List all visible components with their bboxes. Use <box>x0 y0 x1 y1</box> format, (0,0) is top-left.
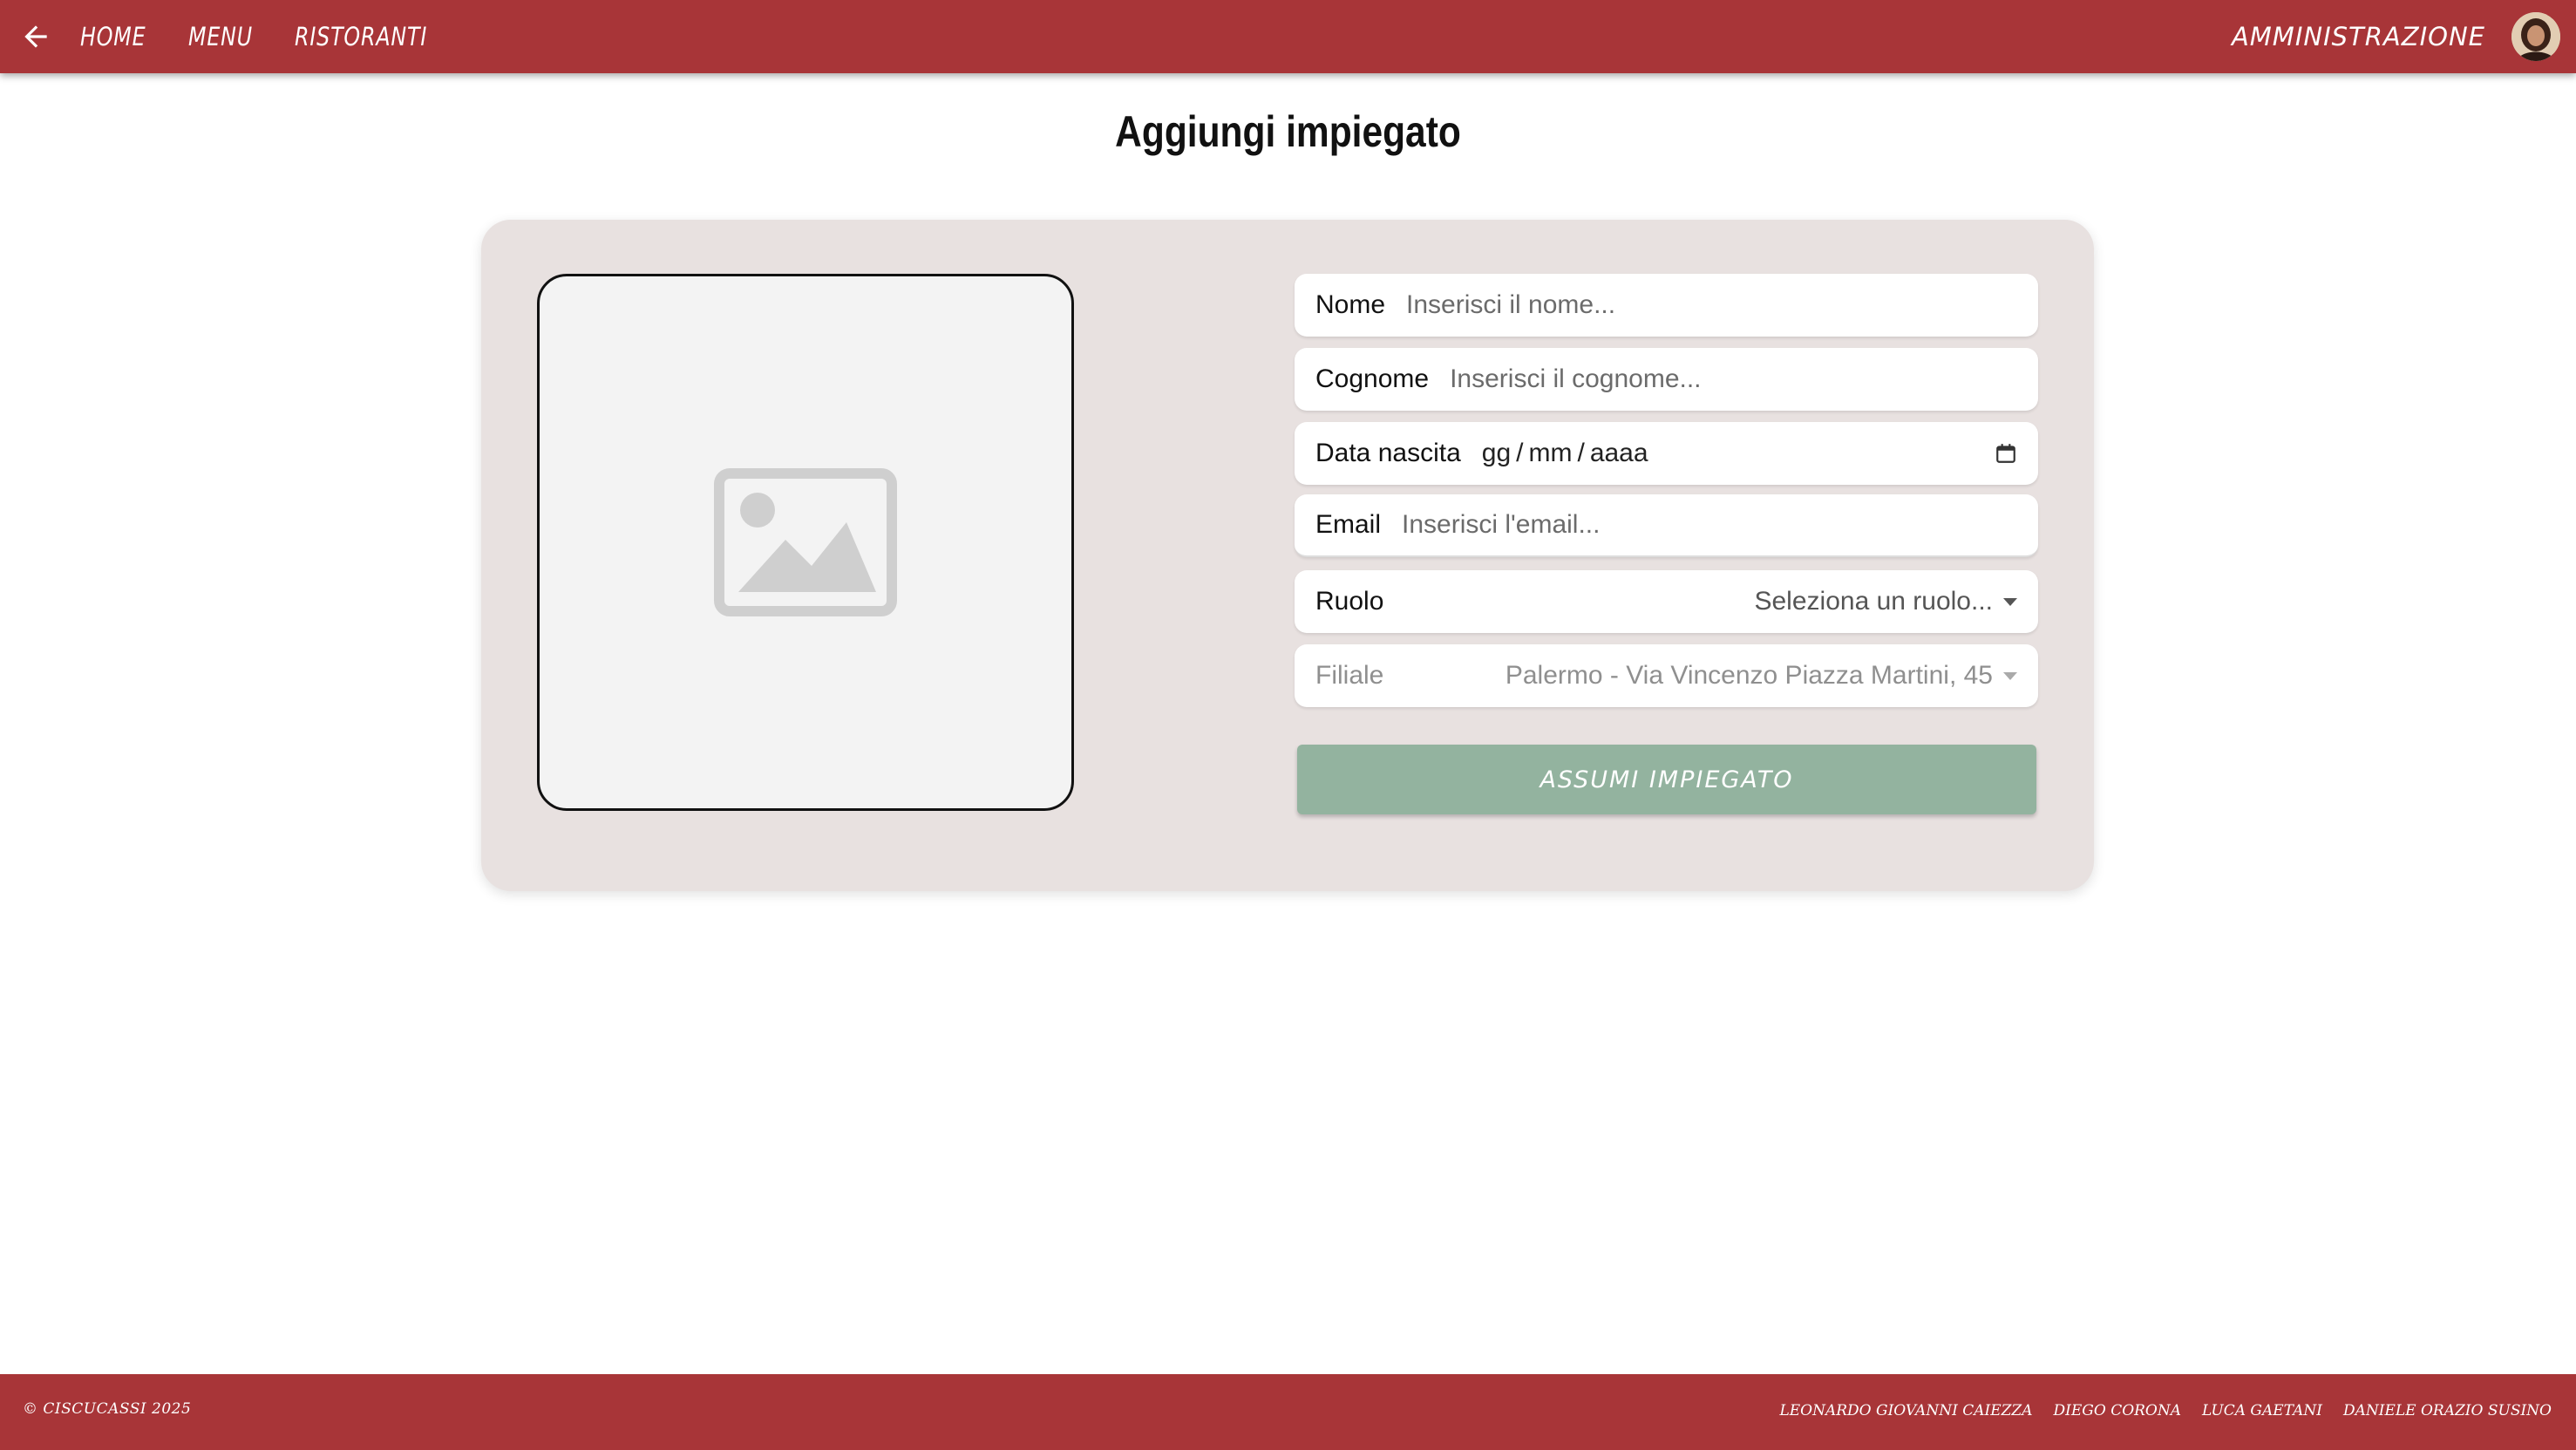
nav-link-menu[interactable]: MENU <box>188 22 253 51</box>
nome-label: Nome <box>1315 290 1386 319</box>
footer-author-link[interactable]: DANIELE ORAZIO SUSINO <box>2343 1402 2552 1419</box>
footer-author-link[interactable]: LUCA GAETANI <box>2202 1402 2322 1419</box>
email-field: Email <box>1295 494 2038 557</box>
top-navbar: HOME MENU RISTORANTI AMMINISTRAZIONE <box>0 0 2576 73</box>
assumi-impiegato-button[interactable]: ASSUMI IMPIEGATO <box>1297 745 2036 814</box>
ruolo-selected-value: Seleziona un ruolo... <box>1754 587 1993 616</box>
data-nascita-label: Data nascita <box>1315 439 1461 467</box>
calendar-icon[interactable] <box>1995 442 2017 465</box>
nav-left: HOME MENU RISTORANTI <box>19 0 485 73</box>
nav-link-home[interactable]: HOME <box>80 22 146 51</box>
date-separator: / <box>1577 439 1585 467</box>
filiale-select: Filiale Palermo - Via Vincenzo Piazza Ma… <box>1295 644 2038 707</box>
date-year[interactable]: aaaa <box>1590 439 1648 468</box>
user-avatar-icon <box>2511 12 2560 61</box>
photo-upload-area[interactable] <box>537 274 1074 811</box>
data-nascita-field[interactable]: Data nascita gg / mm / aaaa <box>1295 422 2038 485</box>
chevron-down-icon <box>2003 597 2017 606</box>
chevron-down-icon <box>2003 671 2017 680</box>
nav-link-amministrazione[interactable]: AMMINISTRAZIONE <box>2232 22 2485 51</box>
arrow-left-icon[interactable] <box>19 20 52 53</box>
footer-author-link[interactable]: LEONARDO GIOVANNI CAIEZZA <box>1779 1402 2032 1419</box>
filiale-label: Filiale <box>1315 661 1384 690</box>
cognome-field: Cognome <box>1295 348 2038 411</box>
image-placeholder-icon <box>714 468 897 616</box>
footer-author-link[interactable]: DIEGO CORONA <box>2054 1402 2182 1419</box>
nav-right: AMMINISTRAZIONE <box>2232 0 2560 73</box>
nome-field: Nome <box>1295 274 2038 337</box>
page-title: Aggiungi impiegato <box>1115 107 1461 156</box>
cognome-input[interactable] <box>1450 364 2017 394</box>
footer: © CISCUCASSI 2025 LEONARDO GIOVANNI CAIE… <box>0 1374 2576 1450</box>
avatar[interactable] <box>2511 12 2560 61</box>
date-day[interactable]: gg <box>1482 439 1511 468</box>
date-month[interactable]: mm <box>1528 439 1572 468</box>
ruolo-select[interactable]: Ruolo Seleziona un ruolo... <box>1295 570 2038 633</box>
nome-input[interactable] <box>1406 290 2017 320</box>
date-separator: / <box>1516 439 1524 467</box>
email-label: Email <box>1315 510 1382 539</box>
employee-form-card: Nome Cognome Data nascita gg / mm / aaaa… <box>481 220 2094 891</box>
nav-link-ristoranti[interactable]: RISTORANTI <box>295 22 427 51</box>
filiale-selected-value: Palermo - Via Vincenzo Piazza Martini, 4… <box>1505 661 1993 690</box>
footer-authors: LEONARDO GIOVANNI CAIEZZA DIEGO CORONA L… <box>1758 1402 2552 1419</box>
cognome-label: Cognome <box>1315 364 1430 393</box>
email-input[interactable] <box>1402 510 2017 540</box>
ruolo-label: Ruolo <box>1315 587 1384 616</box>
footer-copyright: © CISCUCASSI 2025 <box>23 1400 192 1418</box>
